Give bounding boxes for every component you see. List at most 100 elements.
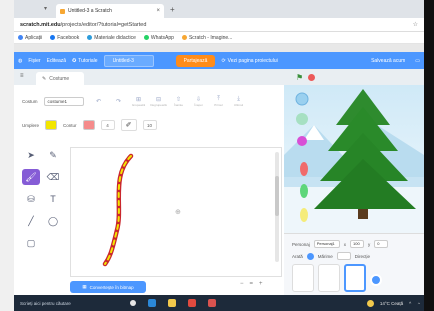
editor-action-button[interactable]: ↶ <box>90 95 108 107</box>
eraser-tool[interactable]: ⌫ <box>44 169 62 185</box>
url-host: scratch.mit.edu <box>20 21 61 28</box>
action-icon: ⇧ <box>176 96 182 103</box>
network-icon[interactable]: ◔ <box>417 301 420 306</box>
save-now-button[interactable]: Salvează acum <box>371 58 405 64</box>
action-icon: ⊞ <box>136 96 142 103</box>
tray-chevron-icon[interactable]: ^ <box>409 301 411 306</box>
canvas-scrollbar[interactable] <box>275 152 279 262</box>
close-icon[interactable]: × <box>156 8 160 14</box>
stage[interactable] <box>284 85 424 233</box>
reshape-tool[interactable]: ✎ <box>44 147 62 163</box>
code-tab-icon[interactable]: ≡ <box>20 73 24 79</box>
brush-icon: ✎ <box>42 75 47 82</box>
taskbar-search[interactable]: Scrieți aici pentru căutare <box>14 301 104 306</box>
url-text[interactable]: scratch.mit.edu/projects/editor/?tutoria… <box>20 22 413 28</box>
sprite-info-panel: Personaj Personaj1 x 100 y 0 Arată Mărim… <box>284 233 424 295</box>
sprite-name-input[interactable]: Personaj1 <box>313 240 340 248</box>
bookmark-item[interactable]: Aplicații <box>18 35 42 41</box>
rectangle-tool[interactable]: ▢ <box>22 235 40 251</box>
editor-action-button[interactable]: ⤒ Primul <box>210 95 228 107</box>
app-icon[interactable] <box>208 299 216 307</box>
direction-label: Direcție <box>354 253 371 259</box>
tab-costumes[interactable]: ✎ Costume <box>36 72 84 85</box>
project-title-input[interactable]: Untitled-3 <box>103 54 154 67</box>
zoom-out-button[interactable]: − <box>240 281 244 287</box>
show-label: Arată <box>292 253 303 259</box>
paint-tools: ➤ ✎ 🖌 ⌫ ⛁ T ╱ ◯ ▢ <box>22 147 62 251</box>
zoom-in-button[interactable]: + <box>259 281 263 287</box>
scratch-menubar: ◍ Fișier Editează ✪ Tutoriale Untitled-3 … <box>14 52 424 69</box>
globe-icon[interactable]: ◍ <box>18 58 22 64</box>
stage-backdrop <box>284 85 424 233</box>
menu-edit[interactable]: Editează <box>47 58 66 64</box>
fill-tool[interactable]: ⛁ <box>22 191 40 207</box>
bitmap-icon: ▦ <box>82 284 87 289</box>
menu-tutorials-label: Tutoriale <box>78 57 98 64</box>
sprite-label: Personaj <box>292 241 310 247</box>
weather-text[interactable]: 14°C Ceață <box>380 301 403 306</box>
bookmark-item[interactable]: Facebook <box>50 35 79 41</box>
convert-to-bitmap-button[interactable]: ▦ Convertește în bitmap <box>70 281 146 293</box>
costume-name-input[interactable]: costume1 <box>43 96 84 106</box>
line-tool[interactable]: ╱ <box>22 213 40 229</box>
outline-size-input[interactable]: 4 <box>100 120 115 130</box>
editor-action-button[interactable]: ⊟ Degrupează <box>150 95 168 107</box>
task-view-icon[interactable] <box>130 300 136 306</box>
address-bar[interactable]: scratch.mit.edu/projects/editor/?tutoria… <box>14 18 424 32</box>
action-icon: ⇩ <box>196 96 202 103</box>
size-input[interactable] <box>336 252 351 260</box>
bookmark-icon <box>50 35 56 40</box>
select-tool[interactable]: ➤ <box>22 147 40 163</box>
browser-tab-strip: ▾ Untitled-3 a Scratch × + <box>14 0 424 18</box>
outline-color-swatch[interactable] <box>82 120 95 130</box>
bookmark-item[interactable]: Scratch - Imagine... <box>181 34 233 41</box>
browser-tab[interactable]: Untitled-3 a Scratch × <box>56 4 164 18</box>
weather-icon[interactable] <box>366 299 374 307</box>
editor-action-button[interactable]: ⤓ Ultimul <box>230 95 248 107</box>
x-input[interactable]: 100 <box>350 240 365 248</box>
windows-taskbar: Scrieți aici pentru căutare 14°C Ceață ^… <box>14 295 424 311</box>
action-caption: Grupează <box>131 102 146 107</box>
tab-dropdown-icon[interactable]: ▾ <box>44 5 47 12</box>
sprite-thumbnail[interactable] <box>292 264 314 292</box>
folder-icon[interactable]: ▭ <box>415 58 420 64</box>
paint-canvas[interactable]: ⊕ <box>70 147 282 277</box>
share-button[interactable]: Partajează <box>175 54 216 67</box>
fill-color-swatch[interactable] <box>45 120 58 130</box>
chrome-icon[interactable] <box>188 299 196 307</box>
menu-tutorials[interactable]: ✪ Tutoriale <box>72 58 97 64</box>
zoom-controls: − = + <box>240 281 263 287</box>
y-input[interactable]: 0 <box>374 240 389 248</box>
see-project-page-button[interactable]: ⟳ Vezi pagina proiectului <box>221 58 277 64</box>
editor-action-button[interactable]: ⇩ Înapoi <box>190 95 208 107</box>
sprite-thumbnail[interactable] <box>318 264 340 292</box>
action-caption: Ultimul <box>233 102 244 107</box>
menu-file[interactable]: Fișier <box>28 58 40 64</box>
sprite-thumbnail-selected[interactable] <box>344 264 366 292</box>
stop-icon[interactable] <box>308 73 316 81</box>
file-explorer-icon[interactable] <box>168 299 176 307</box>
edge-icon[interactable] <box>148 299 156 307</box>
text-tool[interactable]: T <box>44 191 62 207</box>
brush-tool[interactable]: 🖌 <box>22 169 40 185</box>
see-project-label: Vezi pagina proiectului <box>227 57 278 64</box>
green-flag-icon[interactable]: ⚑ <box>296 73 303 82</box>
zoom-reset-button[interactable]: = <box>250 281 254 287</box>
brush-size-input[interactable]: 10 <box>142 120 157 130</box>
bookmark-label: Scratch - Imagine... <box>188 34 233 41</box>
add-sprite-button[interactable] <box>370 274 382 286</box>
bookmark-item[interactable]: Materiale didactice <box>87 35 136 41</box>
bookmark-item[interactable]: WhatsApp <box>143 35 174 41</box>
outline-label: Contur <box>63 122 77 128</box>
circle-tool[interactable]: ◯ <box>44 213 62 229</box>
editor-action-button[interactable]: ⇧ Înainte <box>170 95 188 107</box>
paint-toolbar-top: Costum costume1 ↶ ↷ ⊞ Grupează ⊟ Degrupează ⇧ Î… <box>22 95 248 107</box>
y-label: y <box>368 241 371 247</box>
editor-action-button[interactable]: ↷ <box>110 95 128 107</box>
bookmarks-bar: Aplicații Facebook Materiale didactice What… <box>14 32 424 44</box>
show-eye-icon[interactable] <box>306 252 314 260</box>
sprite-name-row: Personaj Personaj1 x 100 y 0 <box>292 240 389 248</box>
editor-action-button[interactable]: ⊞ Grupează <box>130 95 148 107</box>
star-icon[interactable]: ☆ <box>413 21 418 28</box>
new-tab-button[interactable]: + <box>170 5 175 14</box>
